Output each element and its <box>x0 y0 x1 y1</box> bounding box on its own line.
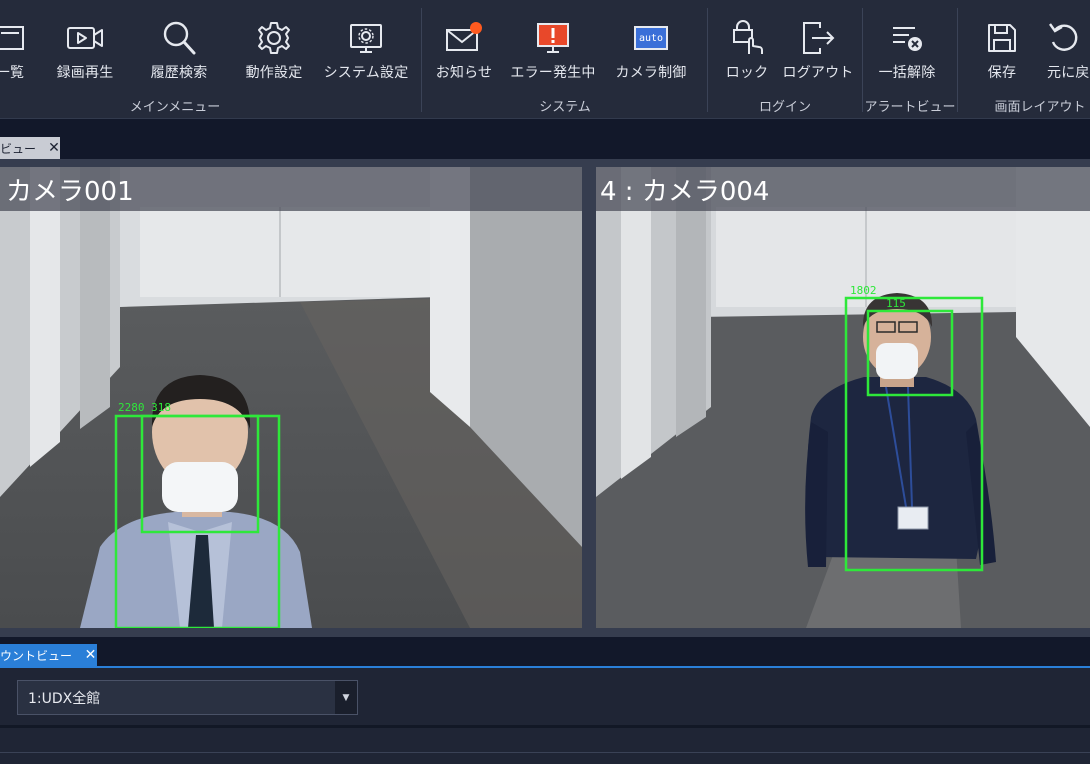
camera-title: 4 : カメラ004 <box>596 167 1090 211</box>
system-settings-button[interactable]: システム設定 <box>322 18 410 84</box>
operation-settings-button[interactable]: 動作設定 <box>238 18 310 84</box>
camera-control-icon: auto <box>631 18 671 58</box>
lock-button[interactable]: ロック <box>718 18 776 84</box>
gear-icon <box>254 18 294 58</box>
panel-divider <box>0 725 1090 728</box>
system-settings-label: システム設定 <box>323 65 409 81</box>
group-label-login: ログイン <box>758 100 812 115</box>
close-icon[interactable]: ✕ <box>84 647 97 663</box>
video-playback-icon <box>65 18 105 58</box>
restore-button[interactable]: 元に戻 <box>1047 18 1090 84</box>
save-icon <box>982 18 1022 58</box>
camera-control-badge: auto <box>638 32 664 44</box>
undo-icon <box>1047 18 1090 58</box>
close-icon[interactable]: ✕ <box>48 140 60 156</box>
camera-pane-001[interactable]: 2280 318 カメラ001 <box>0 167 582 628</box>
detection-label: 115 <box>886 297 906 310</box>
save-label: 保存 <box>987 65 1017 81</box>
search-icon <box>159 18 199 58</box>
detection-label: 2280 318 <box>118 401 171 414</box>
tab-count-view[interactable]: ウントビュー ✕ <box>0 644 97 666</box>
history-search-button[interactable]: 履歴検索 <box>143 18 215 84</box>
ribbon-separator <box>707 8 708 112</box>
tab-view-label: ビュー <box>0 141 37 156</box>
ribbon-separator <box>957 8 958 112</box>
view-tab-strip: ビュー ✕ <box>0 119 1090 159</box>
clear-all-icon <box>887 18 927 58</box>
panel-divider <box>0 752 1090 753</box>
operation-settings-label: 動作設定 <box>245 65 303 81</box>
group-label-main-menu: メインメニュー <box>129 100 221 115</box>
logout-icon <box>798 18 838 58</box>
camera-control-button[interactable]: auto カメラ制御 <box>611 18 691 84</box>
error-status-button[interactable]: エラー発生中 <box>509 18 597 84</box>
error-monitor-icon <box>533 18 573 58</box>
camera-control-label: カメラ制御 <box>615 65 687 81</box>
group-label-screen-layout: 画面レイアウト <box>994 100 1086 115</box>
camera-feed-004 <box>596 167 1090 628</box>
save-button[interactable]: 保存 <box>978 18 1026 84</box>
list-button[interactable]: 一覧 <box>0 18 42 84</box>
tab-count-view-label: ウントビュー <box>0 648 73 663</box>
logout-button[interactable]: ログアウト <box>782 18 854 84</box>
clear-all-label: 一括解除 <box>878 65 936 81</box>
logout-label: ログアウト <box>782 65 854 81</box>
monitor-gear-icon <box>346 18 386 58</box>
mail-icon <box>444 18 484 58</box>
count-view-tab-strip: ウントビュー ✕ <box>0 637 1090 666</box>
video-playback-button[interactable]: 録画再生 <box>49 18 121 84</box>
count-view-panel: 1:UDX全館 ▼ <box>0 666 1090 764</box>
group-label-alert-view: アラートビュー <box>864 100 956 115</box>
restore-label: 元に戻 <box>1047 65 1090 81</box>
area-select[interactable]: 1:UDX全館 ▼ <box>17 680 358 715</box>
history-search-label: 履歴検索 <box>150 65 208 81</box>
ribbon-toolbar: 一覧 録画再生 履歴検索 動作設定 システム設定 メインメニュー お知らせ エラ… <box>0 0 1090 119</box>
notifications-button[interactable]: お知らせ <box>432 18 496 84</box>
area-select-value: 1:UDX全館 <box>28 690 101 707</box>
detection-label: 1802 <box>850 284 877 297</box>
lock-icon <box>727 18 767 58</box>
list-icon <box>0 18 30 58</box>
notifications-label: お知らせ <box>435 65 493 81</box>
tab-view[interactable]: ビュー ✕ <box>0 137 60 159</box>
error-status-label: エラー発生中 <box>510 65 596 81</box>
camera-feed-001 <box>0 167 582 628</box>
group-label-system: システム <box>539 100 591 115</box>
camera-pane-004[interactable]: 1802 115 4 : カメラ004 <box>596 167 1090 628</box>
camera-title: カメラ001 <box>0 167 582 211</box>
lock-label: ロック <box>725 65 769 81</box>
list-button-label: 一覧 <box>0 65 25 81</box>
chevron-down-icon[interactable]: ▼ <box>335 681 357 714</box>
ribbon-separator <box>862 8 863 112</box>
video-playback-label: 録画再生 <box>56 65 114 81</box>
clear-all-button[interactable]: 一括解除 <box>873 18 941 84</box>
ribbon-separator <box>421 8 422 112</box>
